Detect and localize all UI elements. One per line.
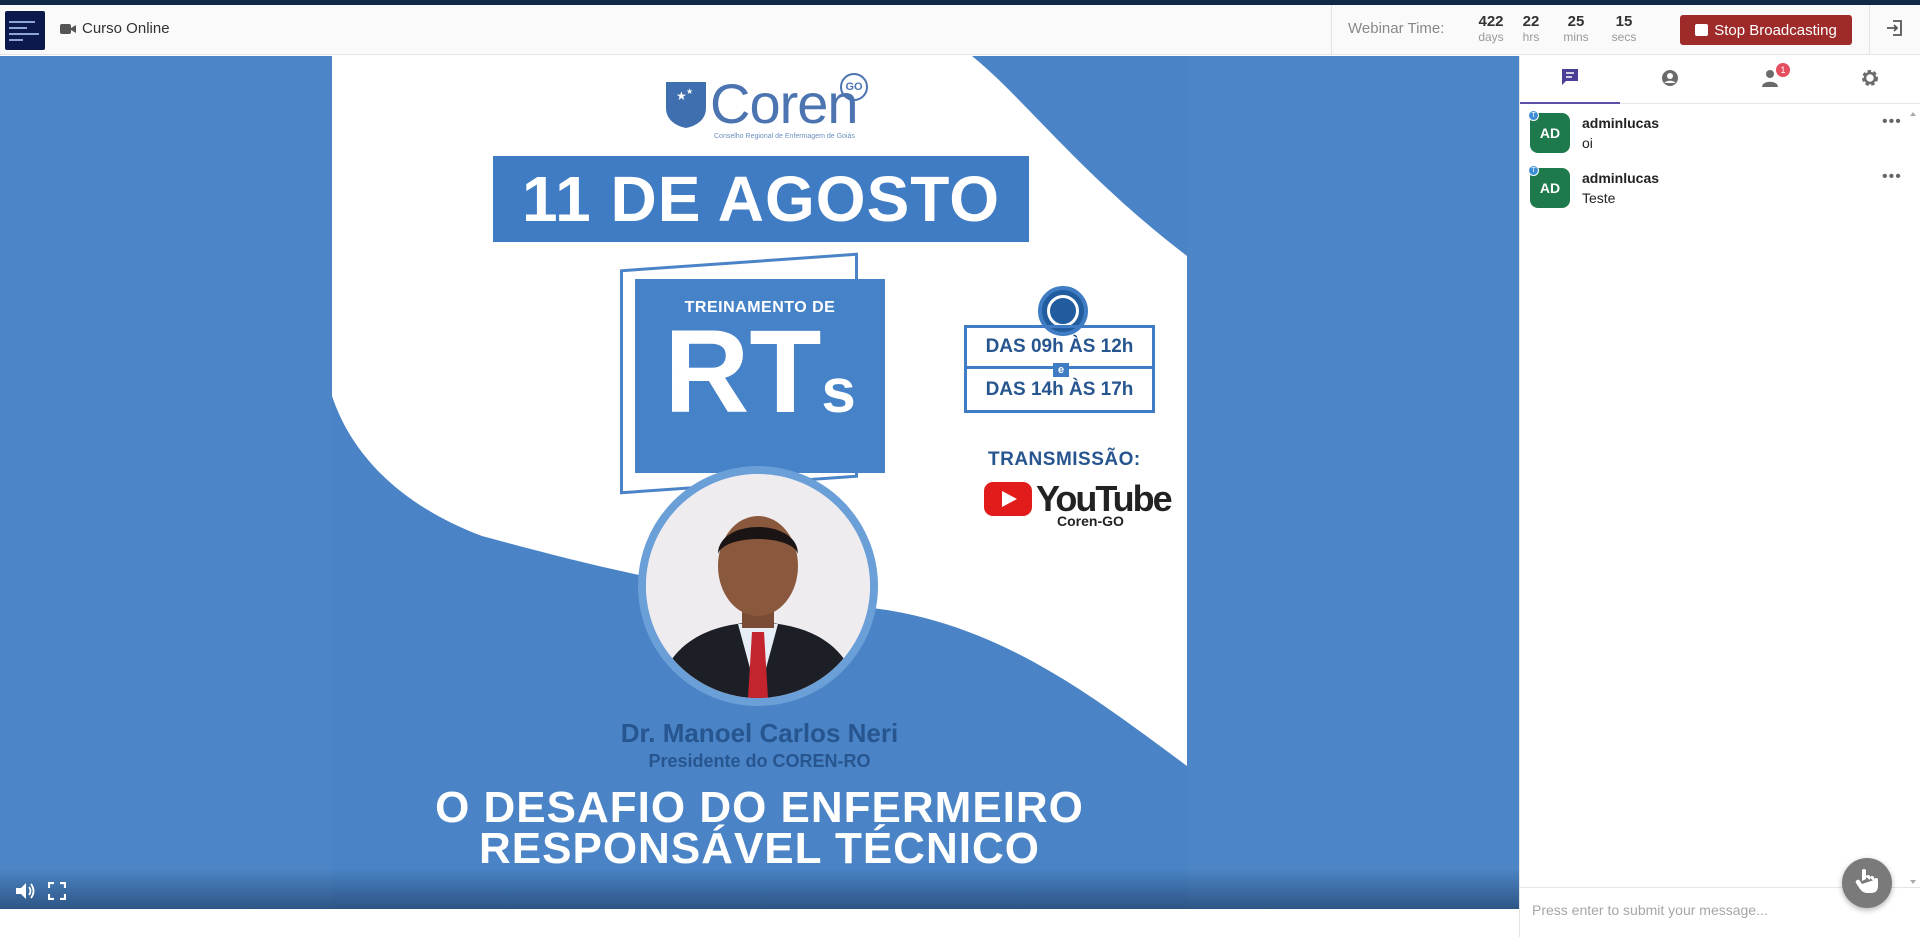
speaker-role: Presidente do COREN-RO — [648, 751, 871, 771]
tab-settings[interactable] — [1820, 56, 1920, 104]
message-more-icon[interactable]: ••• — [1882, 113, 1902, 131]
chat-message: T AD adminlucas Teste ••• — [1528, 163, 1910, 213]
course-title-text: Curso Online — [82, 20, 170, 37]
youtube-channel: Coren-GO — [1057, 513, 1124, 529]
chat-icon — [1560, 67, 1580, 92]
coren-crest-icon: ★ ★ — [666, 81, 706, 128]
fullscreen-icon[interactable] — [46, 880, 68, 902]
tab-attendees[interactable]: 1 — [1720, 56, 1820, 104]
training-box: TREINAMENTO DE RTs — [635, 279, 885, 473]
timer-secs: 15 secs — [1602, 13, 1646, 44]
exit-button[interactable] — [1869, 5, 1920, 55]
message-text: Teste — [1582, 190, 1616, 206]
sidebar: 1 T AD adminlucas oi ••• T AD adminlucas… — [1519, 56, 1920, 937]
webinar-timer: Webinar Time: 422 days 22 hrs 25 mins 15… — [1331, 5, 1664, 55]
message-author: adminlucas — [1582, 170, 1660, 186]
youtube-play-icon — [984, 482, 1032, 516]
message-more-icon[interactable]: ••• — [1882, 168, 1902, 186]
stop-broadcasting-label: Stop Broadcasting — [1714, 21, 1837, 39]
tab-chat[interactable] — [1520, 56, 1620, 104]
rts-title: RTs — [635, 313, 885, 447]
headline-line-2: RESPONSÁVEL TÉCNICO — [479, 824, 1040, 873]
course-thumbnail[interactable] — [5, 11, 45, 50]
timer-mins-unit: mins — [1563, 30, 1589, 44]
volume-icon[interactable] — [14, 880, 36, 902]
rts-main: RT — [664, 306, 822, 438]
sidebar-tabs: 1 — [1520, 56, 1920, 104]
timer-mins-value: 25 — [1567, 13, 1585, 30]
schedule-box: DAS 09h ÀS 12h DAS 14h ÀS 17h e — [964, 325, 1155, 413]
coren-logo-text: Coren — [710, 72, 859, 135]
speaker-photo — [638, 466, 878, 706]
timer-days-unit: days — [1478, 30, 1504, 44]
timer-days-value: 422 — [1478, 13, 1504, 30]
timer-days: 422 days — [1469, 13, 1513, 44]
chat-message: T AD adminlucas oi ••• — [1528, 108, 1910, 158]
role-badge: T — [1528, 110, 1539, 121]
video-camera-icon — [60, 23, 76, 35]
svg-text:★: ★ — [686, 87, 693, 96]
raise-hand-icon — [1854, 867, 1880, 900]
raise-hand-button[interactable] — [1842, 858, 1892, 908]
coren-logo-badge: GO — [840, 73, 868, 101]
timer-hours: 22 hrs — [1509, 13, 1553, 44]
exit-icon — [1886, 19, 1904, 42]
gear-icon — [1860, 68, 1880, 93]
speaker-name: Dr. Manoel Carlos Neri — [620, 718, 899, 748]
message-author: adminlucas — [1582, 115, 1660, 131]
chat-scrollbar[interactable] — [1907, 108, 1919, 888]
stop-broadcasting-button[interactable]: Stop Broadcasting — [1680, 15, 1852, 45]
timer-hours-value: 22 — [1522, 13, 1540, 30]
coren-logo-subtitle: Conselho Regional de Enfermagem de Goiás — [714, 133, 855, 140]
schedule-and: e — [1053, 363, 1069, 377]
transmission-label: TRANSMISSÃO: — [988, 449, 1141, 470]
role-badge: T — [1528, 165, 1539, 176]
stop-icon — [1695, 24, 1709, 36]
timer-mins: 25 mins — [1554, 13, 1598, 44]
webinar-time-label: Webinar Time: — [1348, 20, 1445, 37]
chat-message-input[interactable] — [1532, 902, 1832, 918]
profile-icon — [1660, 68, 1680, 93]
tab-profile[interactable] — [1620, 56, 1720, 104]
event-date: 11 DE AGOSTO — [493, 156, 1029, 242]
attendees-badge: 1 — [1776, 63, 1790, 77]
timer-secs-unit: secs — [1611, 30, 1637, 44]
rts-suffix: s — [821, 357, 856, 426]
header-bar: Curso Online Webinar Time: 422 days 22 h… — [0, 5, 1920, 55]
video-player[interactable]: ★ ★ Coren GO Conselho Regional de Enferma… — [0, 56, 1519, 909]
video-controls — [0, 868, 1519, 909]
broadcast-poster: ★ ★ Coren GO Conselho Regional de Enferma… — [332, 56, 1187, 909]
coren-logo: ★ ★ Coren GO Conselho Regional de Enferma… — [662, 71, 868, 140]
course-title: Curso Online — [60, 20, 170, 37]
message-text: oi — [1582, 135, 1593, 151]
timer-secs-value: 15 — [1615, 13, 1633, 30]
timer-hours-unit: hrs — [1522, 30, 1540, 44]
